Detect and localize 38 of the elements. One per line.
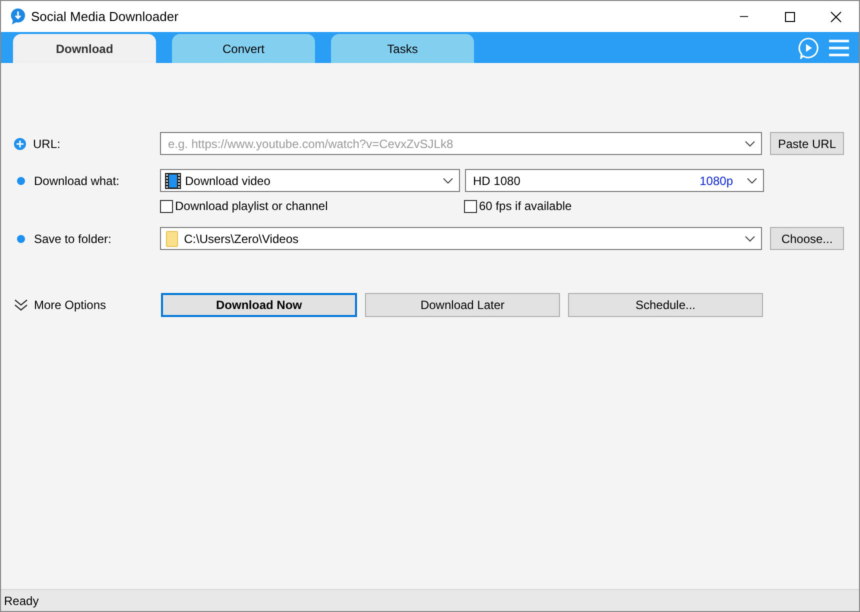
minimize-icon (739, 16, 749, 17)
field-label: Save to folder: (34, 232, 112, 246)
bullet-icon (17, 234, 25, 242)
caret-icon[interactable] (443, 178, 453, 184)
checkbox[interactable]: 60 fps if available (464, 199, 572, 213)
tab[interactable]: Tasks (331, 34, 474, 63)
folder-icon (166, 230, 178, 246)
resolution-label: 1080p (700, 174, 733, 188)
menu-icon[interactable] (829, 38, 849, 56)
paste-url-button[interactable]: Paste URL (770, 132, 844, 155)
close-icon (830, 10, 842, 22)
tab[interactable]: Download (13, 34, 156, 63)
window-title: Social Media Downloader (31, 9, 180, 24)
maximize-icon (784, 10, 796, 22)
folder-dropdown[interactable]: C:\Users\Zero\Videos (160, 227, 762, 250)
film-icon (165, 172, 181, 188)
action-button[interactable]: Download Later (365, 293, 560, 317)
field-label: URL: (33, 136, 60, 150)
action-button[interactable]: Download Now (161, 293, 357, 317)
status-text: Ready (4, 594, 39, 608)
checkbox[interactable]: Download playlist or channel (160, 199, 464, 213)
url-dropdown[interactable]: e.g. https://www.youtube.com/watch?v=CevxZvSJLk8 (160, 132, 762, 155)
play-bubble-icon[interactable] (797, 36, 819, 58)
expand-icon[interactable] (14, 299, 28, 311)
bullet-icon (17, 176, 25, 184)
download-type-dropdown[interactable]: Download video (160, 169, 460, 192)
caret-icon[interactable] (745, 236, 755, 242)
add-icon[interactable] (14, 138, 26, 150)
quality-dropdown[interactable]: HD 1080 1080p (465, 169, 764, 192)
choose-button[interactable]: Choose... (770, 227, 844, 250)
caret-icon[interactable] (745, 140, 755, 146)
caret-icon[interactable] (747, 178, 757, 184)
app-logo-icon (10, 8, 26, 25)
tab[interactable]: Convert (172, 34, 315, 63)
url-field[interactable]: e.g. https://www.youtube.com/watch?v=CevxZvSJLk8 (164, 136, 739, 150)
more-options-link[interactable]: More Options (28, 297, 161, 313)
field-label: Download what: (34, 174, 120, 188)
action-button[interactable]: Schedule... (568, 293, 763, 317)
